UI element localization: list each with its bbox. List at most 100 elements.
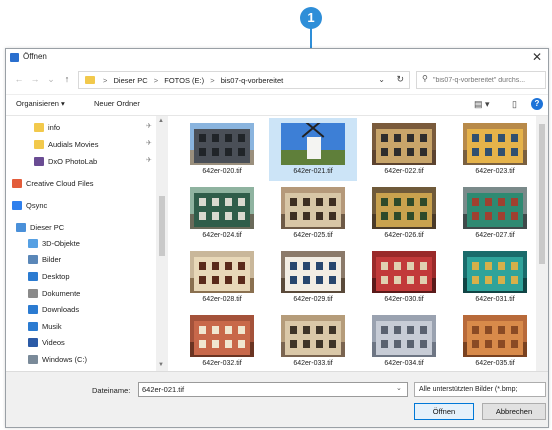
sidebar-item[interactable]: Dokumente [28,286,80,300]
file-grid-scrollbar[interactable] [536,116,548,372]
sidebar-scroll-thumb[interactable] [159,196,165,256]
file-name: 642er-020.tif [202,168,242,175]
file-tile[interactable]: 642er-034.tif [360,310,448,372]
screenshot: 1 Öffnen ✕ ← → ⌄ ↑ > Dieser PC > FOTOS (… [0,0,552,430]
sidebar-item[interactable]: info [34,120,60,134]
sidebar-item-label: Dokumente [42,288,81,298]
file-tile[interactable]: 642er-028.tif [178,246,266,309]
sidebar-item[interactable]: Musik [28,319,62,333]
sidebar-item[interactable]: Qsync [12,198,47,212]
breadcrumb-current-folder[interactable]: bis07-q-vorbereitet [221,76,284,85]
cube-icon [28,238,38,248]
sync-icon [12,200,22,210]
file-tile[interactable]: 642er-026.tif [360,182,448,245]
image-thumbnail [463,251,527,293]
sidebar-item-label: Qsync [26,200,48,210]
filename-history-chevron-icon[interactable]: ⌄ [396,384,402,392]
file-type-select[interactable]: Alle unterstützten Bilder (*.bmp; [414,382,546,397]
drive-icon [28,354,38,364]
sidebar-item[interactable]: Videos [28,335,65,349]
sidebar-item[interactable]: Windows (C:) [28,352,87,366]
sidebar-item[interactable]: 3D-Objekte [28,236,80,250]
scroll-up-icon[interactable]: ▲ [158,118,164,124]
sidebar-scrollbar[interactable]: ▲ ▼ [156,116,168,372]
sidebar-item[interactable]: Audials Movies [34,137,98,151]
search-box[interactable]: ⚲ [416,71,546,89]
new-folder-button[interactable]: Neuer Ordner [94,99,140,108]
image-thumbnail [281,187,345,229]
pin-icon: ✈ [146,157,152,164]
file-tile[interactable]: 642er-033.tif [269,310,357,372]
file-name: 642er-027.tif [475,232,515,239]
address-bar[interactable]: > Dieser PC > FOTOS (E:) > bis07-q-vorbe… [78,71,410,89]
music-icon [28,321,38,331]
image-thumbnail [281,123,345,165]
breadcrumb-separator: > [210,76,215,85]
scroll-down-icon[interactable]: ▼ [158,362,164,368]
file-name: 642er-026.tif [384,232,424,239]
file-name: 642er-035.tif [475,360,515,367]
up-button[interactable]: ↑ [60,72,74,86]
file-name: 642er-029.tif [293,296,333,303]
breadcrumb: > Dieser PC > FOTOS (E:) > bis07-q-vorbe… [101,76,285,85]
file-grid-scroll-thumb[interactable] [539,124,545,264]
file-tile[interactable]: 642er-025.tif [269,182,357,245]
file-name: 642er-034.tif [384,360,424,367]
sidebar-item-label: Bilder [42,254,62,264]
image-thumbnail [372,251,436,293]
file-tile[interactable]: 642er-035.tif [451,310,536,372]
file-tile[interactable]: 642er-029.tif [269,246,357,309]
sidebar-item[interactable]: Desktop [28,269,70,283]
file-tile[interactable]: 642er-024.tif [178,182,266,245]
help-icon[interactable]: ? [531,98,543,110]
file-tile[interactable]: 642er-030.tif [360,246,448,309]
title-bar: Öffnen ✕ [6,49,548,67]
file-name: 642er-023.tif [475,168,515,175]
file-tile[interactable]: 642er-032.tif [178,310,266,372]
cancel-button[interactable]: Abbrechen [482,403,546,420]
file-name: 642er-033.tif [293,360,333,367]
file-tile[interactable]: 642er-020.tif [178,118,266,181]
breadcrumb-this-pc[interactable]: Dieser PC [113,76,147,85]
open-button[interactable]: Öffnen [414,403,474,420]
back-button[interactable]: ← [12,72,26,86]
image-thumbnail [190,123,254,165]
folder-icon [34,122,44,132]
file-tile[interactable]: 642er-022.tif [360,118,448,181]
pictures-icon [28,254,38,264]
sidebar-item[interactable]: Bilder [28,252,61,266]
cloud-icon [12,178,22,188]
sidebar-item-label: info [48,122,61,132]
file-name: 642er-024.tif [202,232,242,239]
sidebar-item[interactable]: Downloads [28,302,79,316]
sidebar-item-label: Videos [42,337,65,347]
sidebar-item-label: Audials Movies [48,139,99,149]
close-button[interactable]: ✕ [530,50,544,64]
sidebar-item-label: Dieser PC [30,222,65,232]
address-history-chevron-icon[interactable]: ⌄ [378,75,385,84]
image-thumbnail [463,315,527,357]
recent-locations-button[interactable]: ⌄ [44,72,58,86]
sidebar-item[interactable]: DxO PhotoLab [34,154,97,168]
file-tile[interactable]: 642er-027.tif [451,182,536,245]
file-tile[interactable]: 642er-023.tif [451,118,536,181]
sidebar-item[interactable]: Dieser PC [16,220,64,234]
navigation-pane: info ✈ Audials Movies ✈ DxO PhotoLab ✈ Creativ… [6,116,156,372]
dialog-footer: Dateiname: ⌄ Alle unterstützten Bilder (… [6,371,548,427]
refresh-icon[interactable]: ↻ [396,74,404,85]
file-tile-selected[interactable]: 642er-021.tif [269,118,357,181]
breadcrumb-separator: > [103,76,108,85]
organize-button[interactable]: Organisieren ▾ [16,99,65,108]
search-input[interactable] [433,75,545,86]
sidebar-item-label: Musik [42,321,62,331]
pin-icon: ✈ [146,123,152,130]
view-options-icon[interactable]: ▤ ▾ [474,99,490,110]
forward-button[interactable]: → [28,72,42,86]
image-thumbnail [190,251,254,293]
documents-icon [28,288,38,298]
preview-pane-icon[interactable]: ▯ [512,99,517,110]
file-tile[interactable]: 642er-031.tif [451,246,536,309]
breadcrumb-fotos-drive[interactable]: FOTOS (E:) [164,76,204,85]
filename-input[interactable] [138,382,408,397]
sidebar-item[interactable]: Creative Cloud Files [12,176,94,190]
